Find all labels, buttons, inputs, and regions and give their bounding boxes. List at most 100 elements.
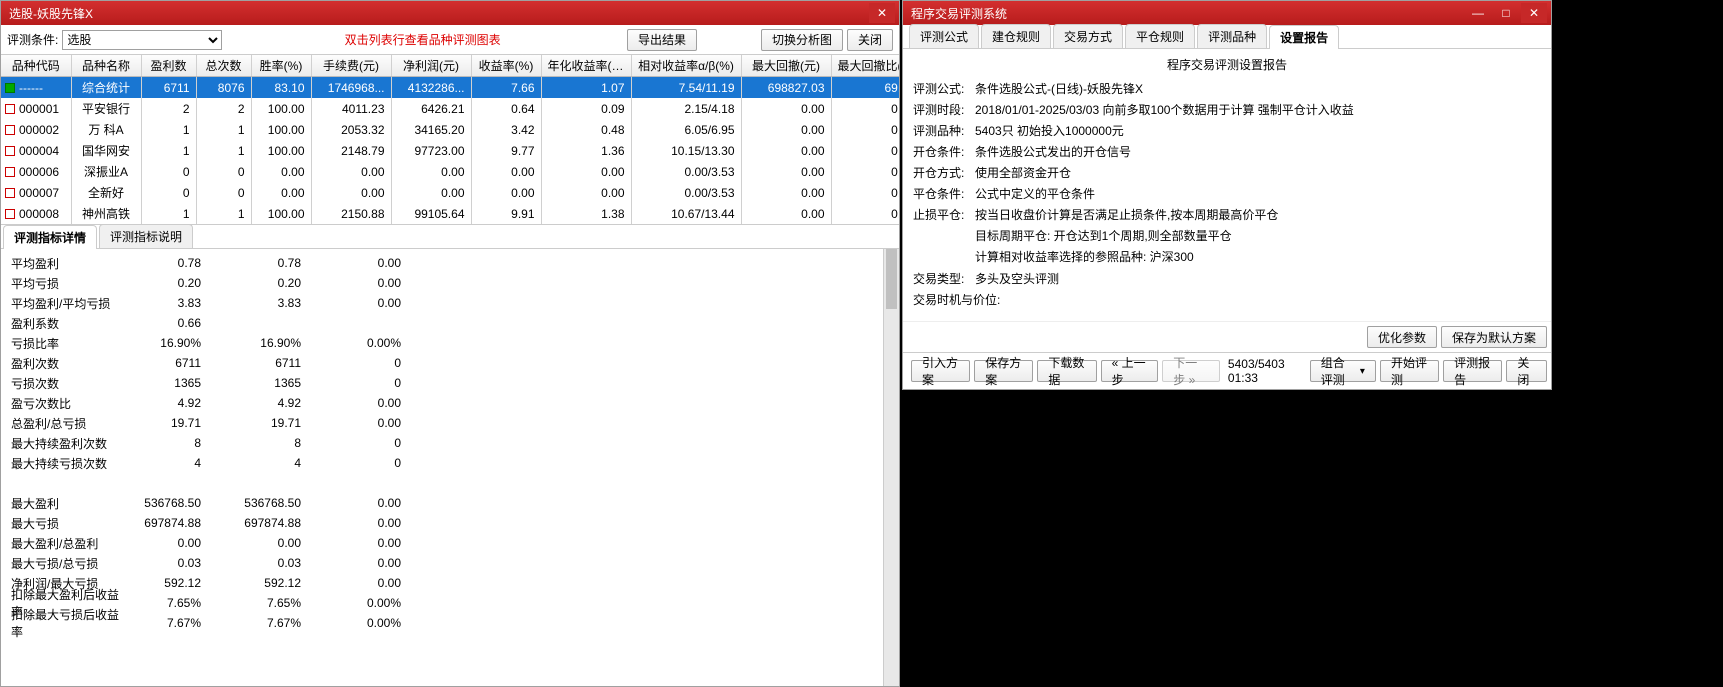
table-cell: 全新好 <box>71 182 141 203</box>
report-value: 目标周期平仓: 开仓达到1个周期,则全部数量平仓 <box>975 226 1232 246</box>
table-header-row[interactable]: 品种代码品种名称盈利数总次数胜率(%)手续费(元)净利润(元)收益率(%)年化收… <box>1 55 899 77</box>
tab-metrics-detail[interactable]: 评测指标详情 <box>3 225 97 249</box>
report-value: 计算相对收益率选择的参照品种: 沪深300 <box>975 247 1194 267</box>
metric-value: 697874.88 <box>121 516 221 530</box>
table-cell: 0.00 <box>251 182 311 203</box>
close-button[interactable]: 关闭 <box>847 29 893 51</box>
table-cell: 0.00 <box>471 182 541 203</box>
metric-value: 0.00 <box>321 396 421 410</box>
report-line: 开仓条件:条件选股公式发出的开仓信号 <box>913 142 1541 162</box>
table-cell: 2 <box>141 98 196 119</box>
table-row[interactable]: 000004国华网安11100.002148.7997723.009.771.3… <box>1 140 899 161</box>
right-titlebar[interactable]: 程序交易评测系统 — □ ✕ <box>903 1 1551 25</box>
detail-scrollbar[interactable] <box>883 249 899 686</box>
combo-eval-button[interactable]: 组合评测 <box>1310 360 1376 382</box>
report-key: 交易类型: <box>913 269 975 289</box>
metric-row: 最大盈利536768.50536768.500.00 <box>11 493 889 513</box>
metric-value: 697874.88 <box>221 516 321 530</box>
detail-tabs: 评测指标详情 评测指标说明 <box>1 225 899 249</box>
settings-tab[interactable]: 设置报告 <box>1269 25 1339 49</box>
col-header[interactable]: 年化收益率(%) <box>541 55 631 77</box>
metric-row: 总盈利/总亏损19.7119.710.00 <box>11 413 889 433</box>
table-cell: 1 <box>141 140 196 161</box>
filter-select[interactable]: 选股 <box>62 30 222 50</box>
col-header[interactable]: 品种代码 <box>1 55 71 77</box>
table-row[interactable]: ------综合统计6711807683.101746968...4132286… <box>1 77 899 99</box>
col-header[interactable]: 品种名称 <box>71 55 141 77</box>
export-button[interactable]: 导出结果 <box>627 29 697 51</box>
col-header[interactable]: 收益率(%) <box>471 55 541 77</box>
tab-metrics-explain[interactable]: 评测指标说明 <box>99 224 193 248</box>
metric-value: 8 <box>221 436 321 450</box>
col-header[interactable]: 相对收益率α/β(%) <box>631 55 741 77</box>
metric-value: 0.00 <box>321 416 421 430</box>
save-plan-button[interactable]: 保存方案 <box>974 360 1033 382</box>
metric-value: 0.66 <box>121 316 221 330</box>
minimize-icon[interactable]: — <box>1465 3 1491 23</box>
table-cell: 6.05/6.95 <box>631 119 741 140</box>
settings-tab[interactable]: 评测公式 <box>909 24 979 48</box>
close-icon[interactable]: ✕ <box>1521 3 1547 23</box>
table-cell: 10.67/13.44 <box>631 203 741 224</box>
maximize-icon[interactable]: □ <box>1493 3 1519 23</box>
table-row[interactable]: 000007全新好000.000.000.000.000.000.00/3.53… <box>1 182 899 203</box>
table-cell: 4132286... <box>391 77 471 99</box>
settings-tab[interactable]: 建仓规则 <box>981 24 1051 48</box>
metric-value: 1365 <box>121 376 221 390</box>
settings-tab[interactable]: 交易方式 <box>1053 24 1123 48</box>
table-cell: 0.00 <box>741 161 831 182</box>
import-plan-button[interactable]: 引入方案 <box>911 360 970 382</box>
save-default-button[interactable]: 保存为默认方案 <box>1441 326 1547 348</box>
left-titlebar[interactable]: 选股-妖股先锋X ✕ <box>1 1 899 25</box>
table-cell: 0.00 <box>831 161 899 182</box>
metric-value: 0.20 <box>121 276 221 290</box>
eval-report-button[interactable]: 评测报告 <box>1443 360 1502 382</box>
metric-row: 最大持续盈利次数880 <box>11 433 889 453</box>
table-cell: 97723.00 <box>391 140 471 161</box>
close-eval-button[interactable]: 关闭 <box>1506 360 1547 382</box>
close-icon[interactable]: ✕ <box>869 3 895 23</box>
prev-step-button[interactable]: « 上一步 <box>1101 360 1159 382</box>
report-line: 评测时段:2018/01/01-2025/03/03 向前多取100个数据用于计… <box>913 100 1541 120</box>
table-cell: 2 <box>196 98 251 119</box>
metric-row: 最大亏损/总亏损0.030.030.00 <box>11 553 889 573</box>
table-cell: 神州高铁 <box>71 203 141 224</box>
col-header[interactable]: 盈利数 <box>141 55 196 77</box>
start-eval-button[interactable]: 开始评测 <box>1380 360 1439 382</box>
download-data-button[interactable]: 下载数据 <box>1037 360 1096 382</box>
metric-row: 平均盈利0.780.780.00 <box>11 253 889 273</box>
table-cell: 000007 <box>1 182 71 203</box>
metrics-detail-panel: 平均盈利0.780.780.00平均亏损0.200.200.00平均盈利/平均亏… <box>1 249 899 686</box>
metric-value: 0 <box>321 436 421 450</box>
metric-value: 4.92 <box>121 396 221 410</box>
col-header[interactable]: 最大回撤比(%) <box>831 55 899 77</box>
col-header[interactable]: 手续费(元) <box>311 55 391 77</box>
report-line: 评测品种:5403只 初始投入1000000元 <box>913 121 1541 141</box>
table-cell: 000006 <box>1 161 71 182</box>
metric-label: 最大持续盈利次数 <box>11 435 121 452</box>
table-cell: 0.00/3.53 <box>631 182 741 203</box>
col-header[interactable]: 净利润(元) <box>391 55 471 77</box>
col-header[interactable]: 最大回撤(元) <box>741 55 831 77</box>
col-header[interactable]: 总次数 <box>196 55 251 77</box>
next-step-button: 下一步 » <box>1162 360 1220 382</box>
bottom-action-bar: 引入方案 保存方案 下载数据 « 上一步 下一步 » 5403/5403 01:… <box>903 352 1551 389</box>
report-key: 开仓条件: <box>913 142 975 162</box>
optimize-params-button[interactable]: 优化参数 <box>1367 326 1437 348</box>
col-header[interactable]: 胜率(%) <box>251 55 311 77</box>
metric-value: 3.83 <box>121 296 221 310</box>
settings-tab[interactable]: 平仓规则 <box>1125 24 1195 48</box>
report-line: 开仓方式:使用全部资金开仓 <box>913 163 1541 183</box>
metric-label: 平均盈利/平均亏损 <box>11 295 121 312</box>
table-row[interactable]: 000002万 科A11100.002053.3234165.203.420.4… <box>1 119 899 140</box>
metric-value: 7.67% <box>221 616 321 630</box>
settings-tabs: 评测公式建仓规则交易方式平仓规则评测品种设置报告 <box>903 25 1551 49</box>
table-row[interactable]: 000006深振业A000.000.000.000.000.000.00/3.5… <box>1 161 899 182</box>
table-row[interactable]: 000008神州高铁11100.002150.8899105.649.911.3… <box>1 203 899 224</box>
switch-chart-button[interactable]: 切换分析图 <box>761 29 843 51</box>
table-cell: 0.00 <box>741 98 831 119</box>
settings-tab[interactable]: 评测品种 <box>1197 24 1267 48</box>
table-row[interactable]: 000001平安银行22100.004011.236426.210.640.09… <box>1 98 899 119</box>
table-cell: 0.00 <box>741 119 831 140</box>
metric-row: 亏损次数136513650 <box>11 373 889 393</box>
